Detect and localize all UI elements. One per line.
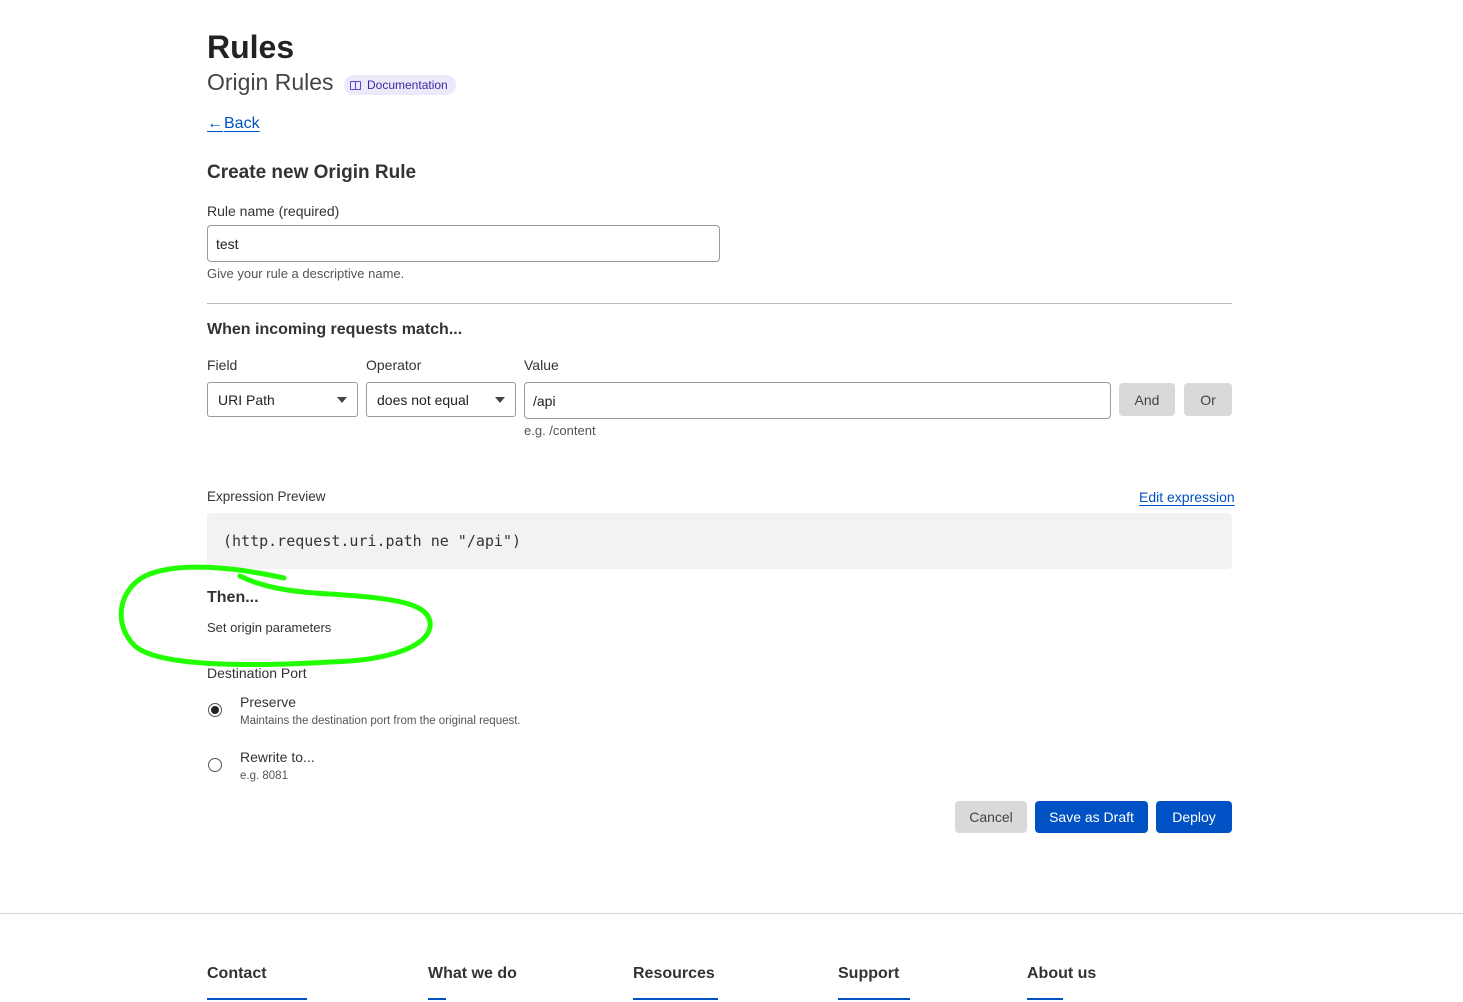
- expression-code: (http.request.uri.path ne "/api"): [223, 532, 522, 550]
- chevron-down-icon: [337, 396, 347, 403]
- documentation-label: Documentation: [367, 78, 448, 92]
- edit-expression-link[interactable]: Edit expression: [1139, 489, 1235, 505]
- rule-name-value: test: [216, 235, 239, 252]
- operator-label: Operator: [366, 357, 422, 373]
- footer-heading-contact: Contact: [207, 965, 267, 982]
- rule-name-help: Give your rule a descriptive name.: [207, 266, 405, 281]
- match-title: When incoming requests match...: [207, 321, 463, 338]
- origin-rule-page: Rules Origin Rules Documentation ← Back …: [0, 0, 1463, 1002]
- value-input[interactable]: /api: [524, 382, 1111, 419]
- footer-link-peek: [207, 995, 312, 1002]
- then-title: Then...: [207, 589, 259, 606]
- expression-preview: (http.request.uri.path ne "/api"): [207, 513, 1232, 569]
- footer-heading-what-we-do: What we do: [428, 965, 517, 982]
- footer-link-peek: [428, 995, 450, 1002]
- arrow-left-icon: ←: [207, 115, 223, 132]
- footer-heading-about-us: About us: [1027, 965, 1097, 982]
- back-label: Back: [224, 115, 260, 132]
- preserve-desc: Maintains the destination port from the …: [240, 715, 521, 727]
- cancel-button[interactable]: Cancel: [955, 801, 1027, 833]
- rewrite-label: Rewrite to...: [240, 749, 315, 765]
- or-button[interactable]: Or: [1184, 383, 1232, 416]
- value-label: Value: [524, 357, 559, 373]
- annotation-stroke: [118, 564, 433, 668]
- value-input-value: /api: [533, 392, 556, 409]
- footer-divider: [0, 913, 1463, 914]
- footer-link-peek: [1027, 995, 1067, 1002]
- value-help: e.g. /content: [524, 423, 596, 438]
- rule-name-label: Rule name (required): [207, 203, 340, 219]
- operator-select-value: does not equal: [377, 391, 469, 408]
- chevron-down-icon: [495, 396, 505, 403]
- and-button[interactable]: And: [1119, 383, 1175, 416]
- rule-name-input[interactable]: test: [207, 225, 720, 262]
- footer-heading-support: Support: [838, 965, 900, 982]
- field-select[interactable]: URI Path: [207, 382, 358, 417]
- operator-select[interactable]: does not equal: [366, 382, 516, 417]
- preserve-radio[interactable]: [208, 703, 222, 717]
- page-subtitle: Origin Rules: [207, 69, 334, 95]
- divider: [207, 303, 1232, 304]
- book-icon: [350, 80, 361, 90]
- documentation-badge[interactable]: Documentation: [344, 75, 456, 95]
- destination-port-label: Destination Port: [207, 665, 307, 681]
- form-title: Create new Origin Rule: [207, 162, 417, 183]
- expression-preview-label: Expression Preview: [207, 489, 326, 504]
- back-link[interactable]: ← Back: [207, 115, 260, 133]
- page-title: Rules: [207, 29, 295, 65]
- deploy-button[interactable]: Deploy: [1156, 801, 1232, 833]
- save-draft-button[interactable]: Save as Draft: [1035, 801, 1148, 833]
- then-subtitle: Set origin parameters: [207, 620, 332, 635]
- field-select-value: URI Path: [218, 391, 275, 408]
- rewrite-radio[interactable]: [208, 758, 222, 772]
- footer-link-peek: [633, 995, 723, 1002]
- preserve-label: Preserve: [240, 694, 297, 710]
- rewrite-desc: e.g. 8081: [240, 770, 288, 782]
- footer-link-peek: [838, 995, 913, 1002]
- footer-heading-resources: Resources: [633, 965, 715, 982]
- field-label: Field: [207, 357, 238, 373]
